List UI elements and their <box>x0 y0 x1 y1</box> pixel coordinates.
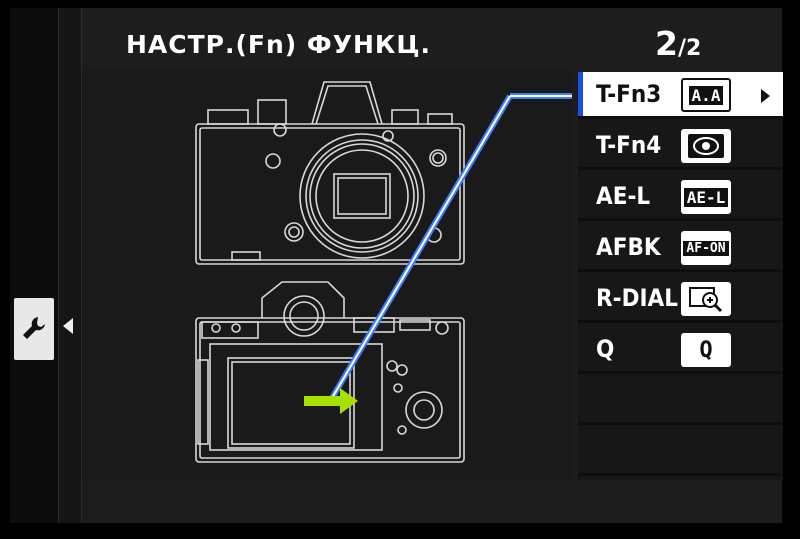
page-separator: / <box>677 36 687 61</box>
menu-item-q[interactable]: Q Q <box>578 327 783 374</box>
menu-item-label: AFBK <box>596 233 661 261</box>
left-divider <box>58 8 82 523</box>
menu-item-label: Q <box>596 335 615 363</box>
menu-item-t-fn4[interactable]: T-Fn4 <box>578 123 783 170</box>
ae-lock-icon: AE-L <box>681 180 731 214</box>
menu-item-afbk[interactable]: AFBK AF-ON <box>578 225 783 272</box>
bottom-bar <box>82 480 782 520</box>
menu-item-label: T-Fn3 <box>596 80 662 108</box>
setup-tab[interactable] <box>14 298 54 360</box>
left-strip <box>10 8 58 523</box>
page-current: 2 <box>655 24 678 63</box>
menu-item-empty-1 <box>578 378 783 425</box>
chevron-right-icon <box>761 89 770 103</box>
menu-item-label: R-DIAL <box>596 284 679 312</box>
wrench-icon <box>23 317 45 339</box>
left-arrow-icon <box>63 318 73 334</box>
menu-item-ae-l[interactable]: AE-L AE-L <box>578 174 783 221</box>
header: НАСТР.(Fn) ФУНКЦ. 2/2 <box>82 12 782 72</box>
menu-item-empty-2 <box>578 429 783 476</box>
selection-accent <box>578 72 583 116</box>
camera-diagram <box>195 81 580 463</box>
menu-item-r-dial[interactable]: R-DIAL <box>578 276 783 323</box>
zoom-in-icon <box>681 282 731 316</box>
camera-illustration <box>82 70 580 480</box>
menu-item-label: AE-L <box>596 182 651 210</box>
face-detect-icon <box>681 129 731 163</box>
quick-menu-icon: Q <box>681 333 731 367</box>
page-total: 2 <box>686 36 702 61</box>
page-indicator: 2/2 <box>655 24 701 63</box>
af-mode-icon: A.A <box>681 78 731 112</box>
menu-item-t-fn3[interactable]: T-Fn3 A.A <box>578 72 783 119</box>
page-title: НАСТР.(Fn) ФУНКЦ. <box>126 30 432 59</box>
menu-item-label: T-Fn4 <box>596 131 662 159</box>
af-on-icon: AF-ON <box>681 231 731 265</box>
function-menu: T-Fn3 A.A T-Fn4 AE-L AE-L AFBK AF-ON R-D… <box>578 72 783 480</box>
